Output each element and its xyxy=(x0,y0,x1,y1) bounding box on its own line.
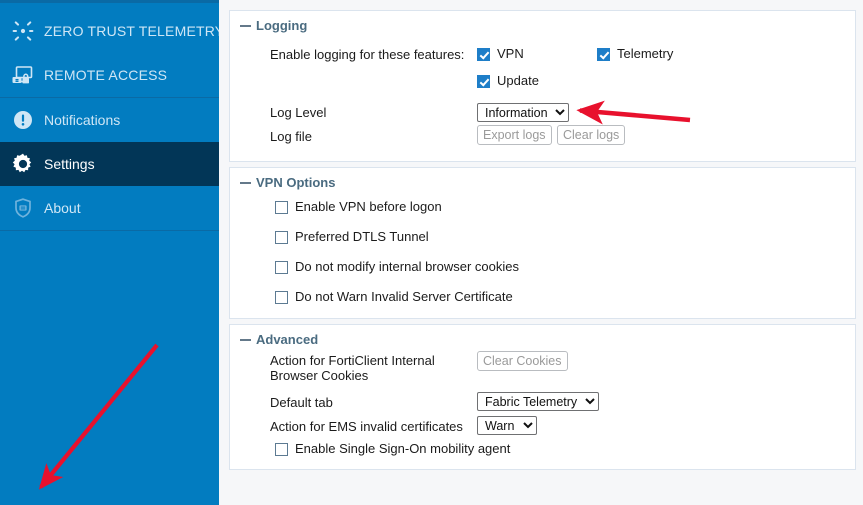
checkbox-enable-sso-mobility-agent[interactable]: Enable Single Sign-On mobility agent xyxy=(275,442,510,456)
checkbox-vpn[interactable]: VPN xyxy=(477,47,524,61)
sidebar-item-label: ZERO TRUST TELEMETRY xyxy=(44,23,225,39)
zero-trust-telemetry-icon xyxy=(6,17,40,45)
checkbox-do-not-warn-invalid-server-certificate-box[interactable] xyxy=(275,291,288,304)
gear-icon xyxy=(6,150,40,178)
checkbox-preferred-dtls-tunnel-label: Preferred DTLS Tunnel xyxy=(295,229,429,244)
sidebar-group-secondary: Notifications Settings About xyxy=(0,98,219,230)
sidebar-item-about[interactable]: About xyxy=(0,186,219,230)
settings-content: Logging Enable logging for these feature… xyxy=(219,0,863,505)
ems-cert-action-select[interactable]: Warn xyxy=(477,416,537,435)
vpn-options-section-title: VPN Options xyxy=(256,175,336,190)
checkbox-vpn-box[interactable] xyxy=(477,48,490,61)
checkbox-update-label: Update xyxy=(497,73,539,88)
sidebar-item-label: REMOTE ACCESS xyxy=(44,67,168,83)
checkbox-preferred-dtls-tunnel-box[interactable] xyxy=(275,231,288,244)
default-tab-label: Default tab xyxy=(270,395,333,410)
vpn-options-list: Enable VPN before logon Preferred DTLS T… xyxy=(275,200,519,320)
logging-section-header[interactable]: Logging xyxy=(230,11,855,33)
checkbox-telemetry[interactable]: Telemetry xyxy=(597,47,673,61)
log-level-select[interactable]: Information xyxy=(477,103,569,122)
checkbox-enable-sso-mobility-agent-label: Enable Single Sign-On mobility agent xyxy=(295,441,511,456)
default-tab-select[interactable]: Fabric Telemetry xyxy=(477,392,599,411)
checkbox-update[interactable]: Update xyxy=(477,74,539,88)
logging-section-title: Logging xyxy=(256,18,308,33)
checkbox-preferred-dtls-tunnel[interactable]: Preferred DTLS Tunnel xyxy=(275,230,519,244)
checkbox-enable-sso-mobility-agent-box[interactable] xyxy=(275,443,288,456)
clear-cookies-button[interactable]: Clear Cookies xyxy=(477,351,568,371)
ems-cert-action-label: Action for EMS invalid certificates xyxy=(270,419,463,434)
checkbox-telemetry-label: Telemetry xyxy=(617,46,674,61)
shield-info-icon xyxy=(6,194,40,222)
checkbox-do-not-modify-internal-browser-cookies-label: Do not modify internal browser cookies xyxy=(295,259,519,274)
minus-icon[interactable] xyxy=(240,20,251,31)
advanced-section-title: Advanced xyxy=(256,332,319,347)
log-file-label: Log file xyxy=(270,129,312,144)
checkbox-vpn-label: VPN xyxy=(497,46,524,61)
checkbox-enable-vpn-before-logon-box[interactable] xyxy=(275,201,288,214)
sidebar-item-remote-access[interactable]: REMOTE ACCESS xyxy=(0,53,219,97)
sidebar: ZERO TRUST TELEMETRY REMOTE ACCESS Notif… xyxy=(0,0,224,505)
sidebar-item-settings[interactable]: Settings xyxy=(0,142,219,186)
checkbox-do-not-modify-internal-browser-cookies[interactable]: Do not modify internal browser cookies xyxy=(275,260,519,274)
vpn-options-section-header[interactable]: VPN Options xyxy=(230,168,855,190)
advanced-section-header[interactable]: Advanced xyxy=(230,325,855,347)
sidebar-item-label: Notifications xyxy=(44,112,121,128)
checkbox-update-box[interactable] xyxy=(477,75,490,88)
checkbox-do-not-warn-invalid-server-certificate[interactable]: Do not Warn Invalid Server Certificate xyxy=(275,290,519,304)
sidebar-item-zero-trust-telemetry[interactable]: ZERO TRUST TELEMETRY xyxy=(0,9,224,53)
sidebar-group-primary: ZERO TRUST TELEMETRY REMOTE ACCESS xyxy=(0,3,224,97)
checkbox-telemetry-box[interactable] xyxy=(597,48,610,61)
notifications-icon xyxy=(6,106,40,134)
logging-features-label: Enable logging for these features: xyxy=(270,47,465,62)
vpn-options-panel: VPN Options Enable VPN before logon Pref… xyxy=(229,167,856,319)
checkbox-enable-vpn-before-logon-label: Enable VPN before logon xyxy=(295,199,442,214)
remote-access-icon xyxy=(6,61,40,89)
logging-panel: Logging Enable logging for these feature… xyxy=(229,10,856,162)
sidebar-divider-bottom xyxy=(0,230,219,231)
checkbox-do-not-warn-invalid-server-certificate-label: Do not Warn Invalid Server Certificate xyxy=(295,289,513,304)
cookies-action-label: Action for FortiClient Internal Browser … xyxy=(270,353,435,383)
minus-icon[interactable] xyxy=(240,177,251,188)
log-level-label: Log Level xyxy=(270,105,327,120)
checkbox-enable-vpn-before-logon[interactable]: Enable VPN before logon xyxy=(275,200,519,214)
advanced-panel: Advanced Action for FortiClient Internal… xyxy=(229,324,856,470)
minus-icon[interactable] xyxy=(240,334,251,345)
export-logs-button[interactable]: Export logs xyxy=(477,125,552,145)
checkbox-do-not-modify-internal-browser-cookies-box[interactable] xyxy=(275,261,288,274)
sidebar-item-notifications[interactable]: Notifications xyxy=(0,98,219,142)
sidebar-item-label: Settings xyxy=(44,156,95,172)
sidebar-item-label: About xyxy=(44,200,81,216)
clear-logs-button[interactable]: Clear logs xyxy=(557,125,626,145)
